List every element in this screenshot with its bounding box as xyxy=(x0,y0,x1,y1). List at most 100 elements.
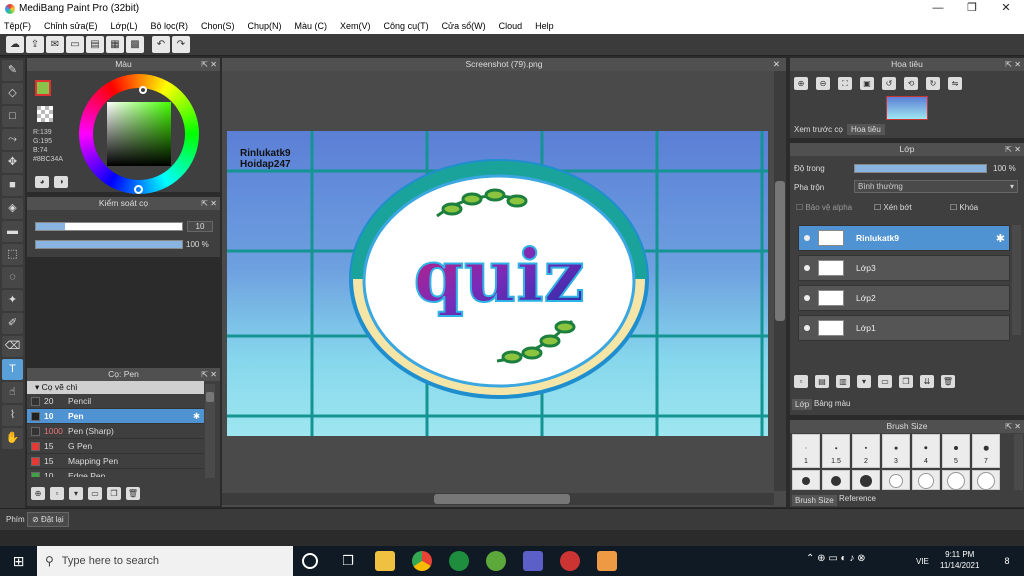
brush-size-cell[interactable]: 2 xyxy=(852,434,880,468)
pin-icon[interactable]: ⇱ xyxy=(1005,143,1012,156)
hand-tool-icon[interactable]: ✋ xyxy=(2,428,23,449)
add-brush-icon[interactable]: ⊕ xyxy=(31,487,45,500)
brush-size-cell[interactable] xyxy=(792,470,820,490)
tab-reference[interactable]: Reference xyxy=(839,494,876,503)
blend-mode-select[interactable]: Bình thường ▾ xyxy=(854,180,1018,193)
menu-snap[interactable]: Chụp(N) xyxy=(248,21,282,31)
chrome-icon[interactable] xyxy=(412,551,432,571)
close-icon[interactable]: ✕ xyxy=(1014,420,1021,433)
visibility-icon[interactable] xyxy=(804,235,810,241)
operation-tool-icon[interactable]: ☝ xyxy=(2,382,23,403)
close-icon[interactable]: ✕ xyxy=(1014,143,1021,156)
grid-icon[interactable]: ▩ xyxy=(126,36,144,53)
navigator-thumbnail[interactable] xyxy=(886,96,928,120)
restore-button[interactable]: ❐ xyxy=(955,0,989,17)
brush-size-cell[interactable] xyxy=(852,470,880,490)
brush-item[interactable]: 10 Pen ✱ xyxy=(27,409,204,424)
canvas-horizontal-scrollbar[interactable] xyxy=(222,493,774,505)
delete-brush-icon[interactable]: 🗑 xyxy=(126,487,140,500)
gradient-tool-icon[interactable]: ▬ xyxy=(2,221,23,242)
menu-color[interactable]: Màu (C) xyxy=(295,21,328,31)
tab-brush-size[interactable]: Brush Size xyxy=(792,495,837,506)
new-1bit-layer-icon[interactable]: ▥ xyxy=(836,375,850,388)
brush-item[interactable]: 15 Mapping Pen xyxy=(27,454,204,469)
flip-icon[interactable]: ⇋ xyxy=(948,77,962,90)
brush-item[interactable]: 10 Edge Pen xyxy=(27,469,204,477)
rotate-reset-icon[interactable]: ⟲ xyxy=(904,77,918,90)
foreground-color-swatch[interactable] xyxy=(35,80,51,96)
layer-row[interactable]: Lớp2 xyxy=(798,285,1010,311)
brush-item[interactable]: 1000 Pen (Sharp) xyxy=(27,424,204,439)
menu-cloud[interactable]: Cloud xyxy=(499,21,523,31)
menu-layer[interactable]: Lớp(L) xyxy=(111,21,138,31)
hue-marker[interactable] xyxy=(134,185,143,194)
saturation-value-box[interactable] xyxy=(107,102,171,166)
medibang-icon[interactable] xyxy=(486,551,506,571)
zoom-in-icon[interactable]: ⊕ xyxy=(794,77,808,90)
eraser-tool-icon[interactable]: ◇ xyxy=(2,83,23,104)
task-view-icon[interactable]: ❒ xyxy=(338,551,358,571)
select-tool-icon[interactable]: ⬚ xyxy=(2,244,23,265)
comment-icon[interactable]: ✉ xyxy=(46,36,64,53)
layer-row[interactable]: Lớp3 xyxy=(798,255,1010,281)
rotate-left-icon[interactable]: ↺ xyxy=(882,77,896,90)
select-eraser-icon[interactable]: ⌫ xyxy=(2,336,23,357)
app-icon-green[interactable] xyxy=(449,551,469,571)
visibility-icon[interactable] xyxy=(804,295,810,301)
text-tool-icon[interactable]: T xyxy=(2,359,23,380)
merge-layer-icon[interactable]: ⇊ xyxy=(920,375,934,388)
close-document-icon[interactable]: ✕ xyxy=(773,58,780,71)
input-language[interactable]: VIE xyxy=(916,557,929,566)
gear-icon[interactable]: ✱ xyxy=(996,232,1005,245)
material-icon[interactable]: ▦ xyxy=(106,36,124,53)
layer-row[interactable]: Lớp1 xyxy=(798,315,1010,341)
menu-edit[interactable]: Chỉnh sửa(E) xyxy=(44,21,98,31)
rotate-right-icon[interactable]: ↻ xyxy=(926,77,940,90)
brush-size-cell[interactable]: 5 xyxy=(942,434,970,468)
close-icon[interactable]: ✕ xyxy=(210,197,217,210)
menu-select[interactable]: Chọn(S) xyxy=(201,21,235,31)
teams-icon[interactable] xyxy=(523,551,543,571)
brush-size-cell[interactable] xyxy=(822,470,850,490)
brush-size-cell[interactable]: 4 xyxy=(912,434,940,468)
protect-alpha-checkbox[interactable]: ☐ Bảo vệ alpha xyxy=(796,203,852,212)
layer-folder-icon[interactable]: ▭ xyxy=(878,375,892,388)
close-icon[interactable]: ✕ xyxy=(1014,58,1021,71)
minimize-button[interactable]: — xyxy=(921,0,955,17)
undo-icon[interactable]: ↶ xyxy=(152,36,170,53)
fill-tool-icon[interactable]: ◈ xyxy=(2,198,23,219)
pin-icon[interactable]: ⇱ xyxy=(201,368,208,381)
tab-navigator[interactable]: Hoa tiêu xyxy=(847,124,885,135)
menu-help[interactable]: Help xyxy=(535,21,554,31)
redo-icon[interactable]: ↷ xyxy=(172,36,190,53)
artwork[interactable]: quiz Rinlukatk9 Hoidap247 xyxy=(227,131,768,436)
brush-size-scrollbar[interactable] xyxy=(1014,434,1023,490)
pin-icon[interactable]: ⇱ xyxy=(1005,58,1012,71)
layer-list-scrollbar[interactable] xyxy=(1012,225,1021,335)
tab-color-palette[interactable]: Bảng màu xyxy=(814,399,850,408)
brush-size-value[interactable]: 10 xyxy=(187,221,213,232)
lasso-tool-icon[interactable]: ◌ xyxy=(2,267,23,288)
new-halftone-layer-icon[interactable]: ▤ xyxy=(815,375,829,388)
app-icon-orange[interactable] xyxy=(597,551,617,571)
brush-size-cell[interactable]: 3 xyxy=(882,434,910,468)
brush-menu-icon[interactable]: ▾ xyxy=(69,487,83,500)
menu-view[interactable]: Xem(V) xyxy=(340,21,371,31)
page-icon[interactable]: ▭ xyxy=(66,36,84,53)
brush-size-cell[interactable]: 1.5 xyxy=(822,434,850,468)
curve-tool-icon[interactable]: ⤳ xyxy=(2,129,23,150)
notification-icon[interactable]: 8 xyxy=(997,551,1017,571)
brush-opacity-slider[interactable] xyxy=(35,240,183,249)
menu-tools[interactable]: Công cụ(T) xyxy=(384,21,429,31)
pin-icon[interactable]: ⇱ xyxy=(1005,420,1012,433)
menu-filter[interactable]: Bộ lọc(R) xyxy=(150,21,188,31)
fit-icon[interactable]: ⛶ xyxy=(838,77,852,90)
brush-list-scrollbar[interactable] xyxy=(205,384,215,478)
visibility-icon[interactable] xyxy=(804,265,810,271)
background-color-swatch[interactable] xyxy=(37,106,53,122)
file-explorer-icon[interactable] xyxy=(375,551,395,571)
clipping-checkbox[interactable]: ☐ Xén bớt xyxy=(874,203,912,212)
brush-size-slider[interactable] xyxy=(35,222,183,231)
rect-tool-icon[interactable]: □ xyxy=(2,106,23,127)
brush-item[interactable]: 15 G Pen xyxy=(27,439,204,454)
